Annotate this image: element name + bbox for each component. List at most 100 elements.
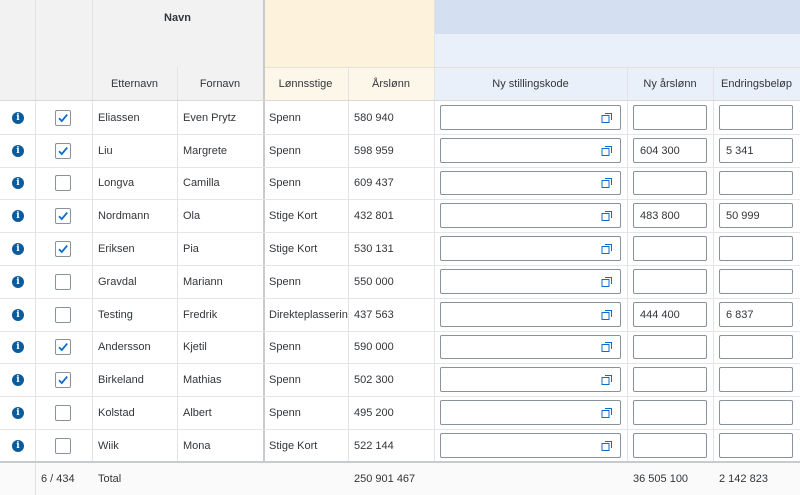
ny-arslonn-input[interactable] — [633, 335, 707, 359]
value-help-icon[interactable] — [601, 374, 613, 389]
cell-lonnsstige: Spenn — [269, 341, 301, 353]
cell-fornavn: Even Prytz — [183, 111, 237, 124]
column-header-fornavn[interactable]: Fornavn — [177, 67, 263, 100]
info-icon[interactable]: i — [12, 144, 24, 157]
column-header-etternavn[interactable]: Etternavn — [92, 67, 177, 100]
value-help-icon[interactable] — [601, 309, 613, 324]
value-help-icon[interactable] — [601, 243, 613, 258]
value-help-icon[interactable] — [601, 210, 613, 225]
info-icon[interactable]: i — [12, 341, 24, 353]
info-icon[interactable]: i — [12, 242, 24, 255]
column-header-ny-arslonn[interactable]: Ny årslønn — [627, 67, 713, 100]
ny-arslonn-input[interactable]: 444 400 — [633, 302, 707, 327]
cell-fornavn: Fredrik — [183, 308, 218, 321]
row-select-checkbox[interactable] — [55, 175, 71, 191]
footer-total-label: Total — [98, 473, 122, 485]
ny-stillingskode-input[interactable] — [440, 203, 621, 228]
value-help-icon[interactable] — [601, 145, 613, 160]
ny-stillingskode-input[interactable] — [440, 269, 621, 294]
value-help-icon[interactable] — [601, 341, 613, 356]
value-help-icon[interactable] — [601, 407, 613, 422]
cell-arslonn: 598 959 — [354, 144, 394, 157]
ny-arslonn-input[interactable] — [633, 171, 707, 195]
footer-arslonn-total: 250 901 467 — [354, 473, 416, 485]
ny-stillingskode-input[interactable] — [440, 105, 621, 130]
cell-fornavn: Ola — [183, 209, 201, 222]
ny-arslonn-input[interactable] — [633, 105, 707, 130]
ny-stillingskode-input[interactable] — [440, 171, 621, 195]
ny-arslonn-input[interactable]: 604 300 — [633, 138, 707, 163]
row-select-checkbox[interactable] — [55, 207, 71, 224]
ny-stillingskode-input[interactable] — [440, 138, 621, 163]
endringsbelop-input[interactable]: 6 837 — [719, 302, 793, 327]
ny-stillingskode-input[interactable] — [440, 236, 621, 261]
endringsbelop-input[interactable] — [719, 400, 793, 425]
ny-arslonn-input[interactable] — [633, 400, 707, 425]
column-header-ny-stillingskode[interactable]: Ny stillingskode — [434, 67, 627, 100]
endringsbelop-input[interactable] — [719, 367, 793, 392]
endringsbelop-input[interactable] — [719, 335, 793, 359]
row-select-checkbox[interactable] — [55, 404, 71, 421]
info-icon[interactable]: i — [12, 373, 24, 386]
value-help-icon[interactable] — [601, 440, 613, 455]
info-icon[interactable]: i — [12, 111, 24, 124]
ny-stillingskode-input[interactable] — [440, 433, 621, 458]
row-select-checkbox[interactable] — [55, 240, 71, 257]
cell-etternavn: Birkeland — [98, 373, 144, 386]
row-select-checkbox[interactable] — [55, 109, 71, 126]
info-icon[interactable]: i — [12, 177, 24, 189]
cell-fornavn: Mathias — [183, 373, 222, 386]
cell-arslonn: 495 200 — [354, 406, 394, 419]
column-header-lonnsstige[interactable]: Lønnsstige — [263, 67, 348, 100]
cell-lonnsstige: Spenn — [269, 275, 301, 288]
row-select-checkbox[interactable] — [55, 273, 71, 290]
ny-arslonn-input[interactable] — [633, 269, 707, 294]
info-icon[interactable]: i — [12, 308, 24, 321]
row-select-checkbox[interactable] — [55, 339, 71, 355]
cell-fornavn: Kjetil — [183, 341, 207, 353]
ny-stillingskode-input[interactable] — [440, 400, 621, 425]
info-icon[interactable]: i — [12, 275, 24, 288]
header-bg-lonn-group — [263, 0, 434, 67]
footer-endringsbelop-total: 2 142 823 — [719, 473, 768, 485]
ny-stillingskode-input[interactable] — [440, 302, 621, 327]
cell-arslonn: 550 000 — [354, 275, 394, 288]
cell-etternavn: Andersson — [98, 341, 151, 353]
endringsbelop-input[interactable] — [719, 105, 793, 130]
info-icon[interactable]: i — [12, 406, 24, 419]
ny-arslonn-input[interactable] — [633, 433, 707, 458]
info-icon[interactable]: i — [12, 209, 24, 222]
column-header-arslonn[interactable]: Årslønn — [348, 67, 434, 100]
cell-lonnsstige: Stige Kort — [269, 242, 318, 255]
cell-etternavn: Testing — [98, 308, 133, 321]
row-select-checkbox[interactable] — [55, 437, 71, 454]
value-help-icon[interactable] — [601, 112, 613, 127]
endringsbelop-input[interactable]: 50 999 — [719, 203, 793, 228]
cell-lonnsstige: Spenn — [269, 111, 301, 124]
checkmark-icon — [58, 211, 68, 220]
ny-arslonn-input[interactable] — [633, 367, 707, 392]
cell-etternavn: Nordmann — [98, 209, 150, 222]
row-select-checkbox[interactable] — [55, 142, 71, 159]
endringsbelop-input[interactable]: 5 341 — [719, 138, 793, 163]
ny-arslonn-input[interactable]: 483 800 — [633, 203, 707, 228]
value-help-icon[interactable] — [601, 276, 613, 291]
cell-arslonn: 522 144 — [354, 439, 394, 452]
value-help-icon[interactable] — [601, 177, 613, 192]
endringsbelop-input[interactable] — [719, 171, 793, 195]
endringsbelop-input[interactable] — [719, 433, 793, 458]
column-header-endringsbelop[interactable]: Endringsbeløp — [713, 67, 800, 100]
row-select-checkbox[interactable] — [55, 306, 71, 323]
cell-arslonn: 437 563 — [354, 308, 394, 321]
checkmark-icon — [58, 375, 68, 384]
endringsbelop-input[interactable] — [719, 236, 793, 261]
ny-stillingskode-input[interactable] — [440, 367, 621, 392]
group-header-navn: Navn — [164, 12, 191, 24]
row-select-checkbox[interactable] — [55, 371, 71, 388]
info-icon[interactable]: i — [12, 439, 24, 452]
ny-stillingskode-input[interactable] — [440, 335, 621, 359]
cell-etternavn: Liu — [98, 144, 113, 157]
ny-arslonn-input[interactable] — [633, 236, 707, 261]
endringsbelop-input[interactable] — [719, 269, 793, 294]
checkmark-icon — [58, 113, 68, 122]
